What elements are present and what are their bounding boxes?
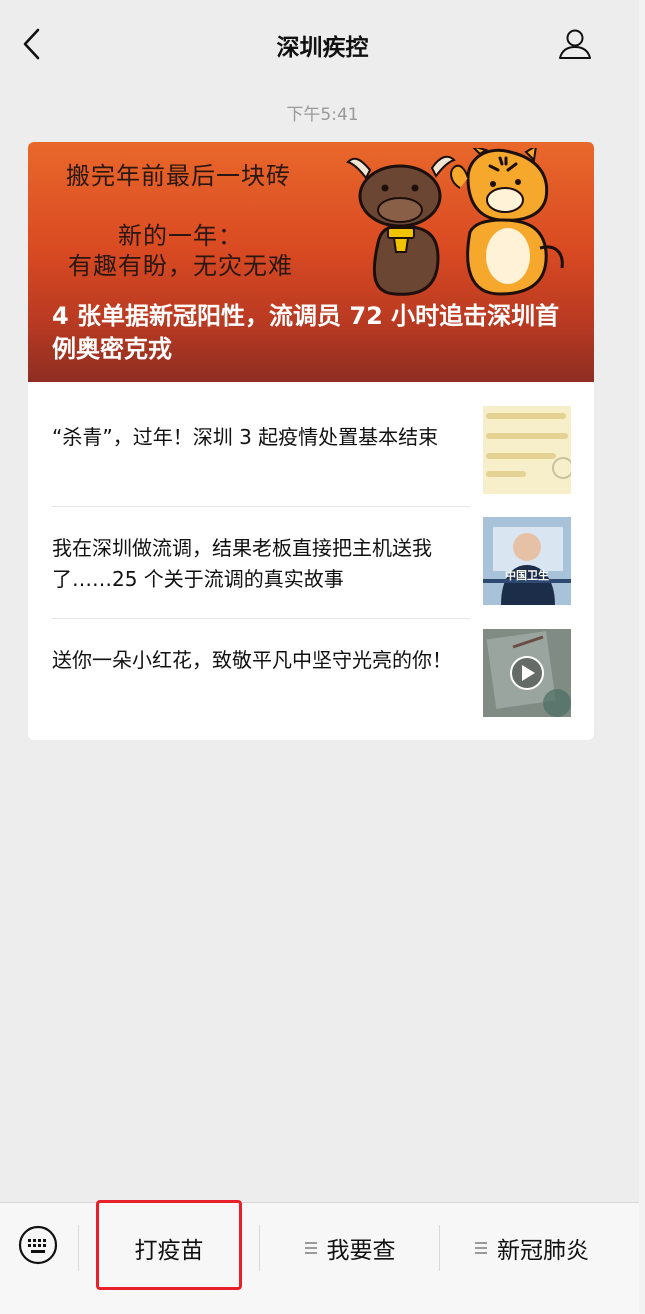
message-timestamp: 下午5:41 (286, 105, 359, 125)
item-divider (52, 506, 470, 507)
menu-divider (439, 1225, 440, 1271)
menu-list-icon (304, 1239, 317, 1257)
menu-divider (259, 1225, 260, 1271)
video-thumbnail (483, 629, 571, 717)
menu-item-query[interactable]: 我要查 (262, 1203, 438, 1293)
article-item[interactable]: 送你一朵小红花，致敬平凡中坚守光亮的你！ (52, 629, 571, 719)
screen-edge (639, 0, 645, 1313)
highlight-annotation-box (96, 1200, 242, 1290)
person-icon (559, 29, 591, 59)
article-thumbnail (483, 406, 571, 494)
menu-item-covid[interactable]: 新冠肺炎 (442, 1203, 622, 1293)
article-item[interactable]: 我在深圳做流调，结果老板直接把主机送我了……25 个关于流调的真实故事 中国卫生 (52, 517, 571, 607)
top-bar: 深圳疾控 (0, 0, 645, 88)
menu-item-label: 我要查 (326, 1238, 396, 1264)
main-article-title: 4 张单据新冠阳性，流调员 72 小时追击深圳首例奥密克戎 (52, 302, 560, 363)
cover-text-line: 有趣有盼，无灾无难 (68, 252, 293, 280)
page-title: 深圳疾控 (276, 35, 369, 61)
ox-and-tiger-illustration (346, 148, 564, 296)
menu-item-label: 新冠肺炎 (497, 1238, 589, 1264)
cover-text-line: 搬完年前最后一块砖 (66, 162, 291, 190)
article-item-title: 送你一朵小红花，致敬平凡中坚守光亮的你！ (52, 648, 452, 672)
profile-button[interactable] (557, 26, 593, 62)
menu-list-icon (475, 1239, 487, 1257)
menu-divider (78, 1225, 79, 1271)
keyboard-toggle-button[interactable] (18, 1225, 58, 1265)
article-item-title: 我在深圳做流调，结果老板直接把主机送我了……25 个关于流调的真实故事 (52, 536, 432, 591)
article-cover[interactable]: 搬完年前最后一块砖 新的一年： 有趣有盼，无灾无难 4 张单据新冠阳性，流调员 … (28, 142, 594, 382)
article-card: 搬完年前最后一块砖 新的一年： 有趣有盼，无灾无难 4 张单据新冠阳性，流调员 … (28, 142, 594, 740)
thumbnail-text: 中国卫生 (505, 569, 549, 582)
article-item[interactable]: “杀青”，过年！深圳 3 起疫情处置基本结束 (52, 406, 571, 496)
article-item-title: “杀青”，过年！深圳 3 起疫情处置基本结束 (52, 425, 439, 449)
keyboard-icon (18, 1225, 58, 1265)
item-divider (52, 618, 470, 619)
article-thumbnail (483, 517, 571, 605)
